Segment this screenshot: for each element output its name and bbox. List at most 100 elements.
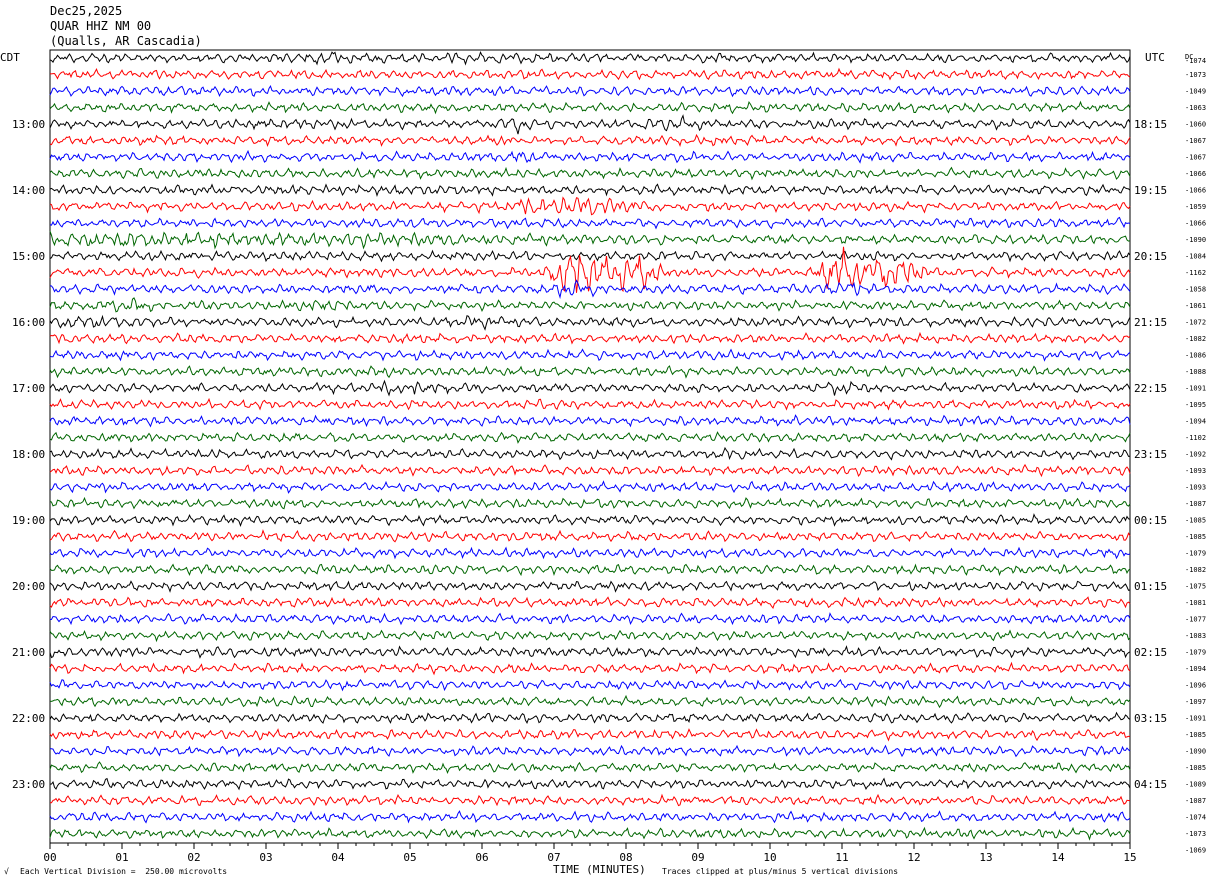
dc-offset-label: -1085 (1185, 533, 1206, 541)
dc-offset-label: -1162 (1185, 269, 1206, 277)
dc-offset-label: -1097 (1185, 698, 1206, 706)
dc-offset-label: -1049 (1185, 88, 1206, 96)
dc-offset-label: -1091 (1185, 385, 1206, 393)
dc-offset-label: -1081 (1185, 599, 1206, 607)
trace-line (49, 826, 1131, 841)
dc-offset-label: -1087 (1185, 797, 1206, 805)
dc-offset-label: -1072 (1185, 319, 1206, 327)
right-time-label: 04:15 (1134, 778, 1167, 791)
x-tick-label: 06 (475, 851, 488, 864)
trace-line (49, 480, 1131, 494)
dc-offset-label: -1069 (1185, 847, 1206, 855)
clip-note: Traces clipped at plus/minus 5 vertical … (662, 867, 899, 876)
dc-offset-label: -1090 (1185, 748, 1206, 756)
dc-offset-label: -1077 (1185, 616, 1206, 624)
left-hour-label: 19:00 (12, 514, 45, 527)
trace-line (50, 793, 1131, 807)
dc-offset-label: -1082 (1185, 335, 1206, 343)
dc-offset-label: -1086 (1185, 352, 1206, 360)
trace-line (49, 414, 1131, 428)
dc-offset-label: -1083 (1185, 632, 1206, 640)
x-tick-label: 12 (907, 851, 920, 864)
dc-offset-label: -1092 (1185, 451, 1206, 459)
trace-line (49, 629, 1131, 643)
trace-line (49, 133, 1131, 148)
right-axis-label: UTC (1145, 51, 1165, 64)
dc-offset-label: -1102 (1185, 434, 1206, 442)
dc-offset-label: -1074 (1185, 57, 1206, 65)
x-tick-label: 02 (187, 851, 200, 864)
right-time-label: 00:15 (1134, 514, 1167, 527)
trace-line (49, 513, 1131, 527)
trace-line (49, 596, 1131, 610)
left-hour-label: 20:00 (12, 580, 45, 593)
trace-line (49, 149, 1131, 164)
trace-line (49, 331, 1131, 345)
x-tick-label: 01 (115, 851, 128, 864)
right-time-label: 03:15 (1134, 712, 1167, 725)
x-tick-label: 13 (979, 851, 992, 864)
trace-line (49, 249, 1131, 263)
trace-line (49, 67, 1131, 81)
dc-offset-label: -1073 (1185, 71, 1206, 79)
trace-line (49, 365, 1131, 379)
x-tick-label: 15 (1123, 851, 1136, 864)
trace-line (49, 166, 1131, 181)
dc-offset-label: -1087 (1185, 500, 1206, 508)
dc-offset-label: -1084 (1185, 253, 1206, 261)
dc-offset-label: -1082 (1185, 566, 1206, 574)
dc-offset-label: -1079 (1185, 550, 1206, 558)
trace-line (49, 678, 1131, 692)
x-tick-label: 11 (835, 851, 848, 864)
trace-line (49, 183, 1131, 198)
dc-offset-label: -1095 (1185, 401, 1206, 409)
trace-line (49, 761, 1131, 775)
check-mark: √ (4, 867, 9, 876)
x-tick-label: 05 (403, 851, 416, 864)
trace-line (49, 711, 1131, 724)
dc-offset-label: -1059 (1185, 203, 1206, 211)
trace-line (49, 231, 1131, 250)
x-axis-title: TIME (MINUTES) (553, 863, 646, 876)
dc-offset-label: -1063 (1185, 104, 1206, 112)
x-tick-label: 09 (691, 851, 704, 864)
trace-line (49, 645, 1131, 659)
left-hour-label: 18:00 (12, 448, 45, 461)
dc-offset-label: -1058 (1185, 286, 1206, 294)
left-axis-label: CDT (0, 51, 20, 64)
dc-offset-label: -1060 (1185, 121, 1206, 129)
trace-line (49, 810, 1131, 824)
trace-line (49, 379, 1131, 397)
dc-offset-label: -1096 (1185, 682, 1206, 690)
dc-offset-label: -1067 (1185, 154, 1206, 162)
x-axis: 00 01 02 03 04 05 06 07 08 09 10 11 12 13 14 15 (43, 843, 1137, 864)
left-hour-label: 13:00 (12, 118, 45, 131)
left-hour-label: 14:00 (12, 184, 45, 197)
dc-offset-label: -1079 (1185, 649, 1206, 657)
trace-line (49, 496, 1131, 510)
trace-line (49, 728, 1131, 742)
trace-line (49, 50, 1131, 66)
dc-offset-label: -1094 (1185, 665, 1206, 673)
trace-line (49, 397, 1131, 411)
dc-offset-label: -1066 (1185, 220, 1206, 228)
dc-offset-label: -1091 (1185, 715, 1206, 723)
dc-offset-label: -1061 (1185, 302, 1206, 310)
dc-offset-label: -1085 (1185, 517, 1206, 525)
left-hour-label: 15:00 (12, 250, 45, 263)
dc-offset-label: -1066 (1185, 187, 1206, 195)
dc-offset-label: -1090 (1185, 236, 1206, 244)
right-time-label: 19:15 (1134, 184, 1167, 197)
dc-offset-label: -1093 (1185, 484, 1206, 492)
trace-line (49, 297, 1131, 313)
trace-line (49, 216, 1131, 230)
x-tick-label: 00 (43, 851, 56, 864)
trace-line (49, 84, 1131, 98)
dc-offset-label: -1094 (1185, 418, 1206, 426)
trace-group (49, 50, 1131, 841)
trace-line (49, 463, 1131, 478)
right-time-label: 21:15 (1134, 316, 1167, 329)
left-hour-label: 22:00 (12, 712, 45, 725)
dc-offset-label: -1066 (1185, 170, 1206, 178)
dc-offset-label: -1073 (1185, 830, 1206, 838)
